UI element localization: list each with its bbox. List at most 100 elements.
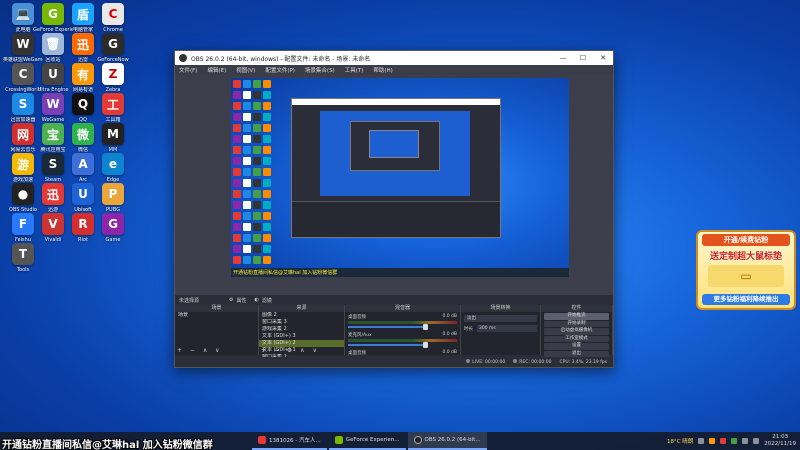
preview-mini-icon [243,256,251,264]
filters-button[interactable]: 滤镜 [262,297,272,304]
source-item[interactable]: 游戏采集 2 [259,326,344,333]
preview-mini-icon [243,135,251,143]
preview-mini-icon [253,168,261,176]
preview-mini-icon [233,146,241,154]
start-streaming-button[interactable]: 开始推流 [544,313,609,320]
properties-button[interactable]: 属性 [237,297,247,304]
filter-icon[interactable]: ◐ [255,297,259,303]
app-icon: M [102,123,124,145]
preview-mini-icon [263,212,271,220]
preview-mini-icon [263,80,271,88]
app-icon: 盾 [72,3,94,25]
volume-slider[interactable] [348,324,429,330]
preview-mini-icon [233,256,241,264]
gear-icon[interactable]: ⚙ [229,297,233,303]
maximize-icon[interactable]: ☐ [573,54,593,62]
transitions-dock-title: 场景转换 [461,305,540,312]
preview-mini-icon [243,80,251,88]
preview-mini-icon [243,102,251,110]
menu-help[interactable]: 帮助(H) [373,66,392,74]
taskbar-item[interactable]: GeForce Experien... [328,432,406,450]
sources-toolbar[interactable]: + − ⚙ ∧ ∨ [261,347,320,354]
menu-view[interactable]: 视图(V) [236,66,255,74]
preview-mini-icon [243,179,251,187]
obs-app-icon [179,54,187,62]
preview-mini-icon [233,201,241,209]
preview-mini-icon [243,146,251,154]
preview-canvas[interactable] [231,78,569,268]
source-item[interactable]: 图像 2 [259,312,344,319]
network-icon[interactable] [742,438,749,444]
preview-mini-icon [243,234,251,242]
preview-mini-icon [253,91,261,99]
source-item[interactable]: 窗口采集 3 [259,319,344,326]
system-tray: 18°C 晴朗 21:03 2022/11/19 [667,432,796,450]
preview-mini-icon [233,80,241,88]
volume-slider[interactable] [348,342,429,348]
no-source-label: 未选择源 [179,297,200,304]
promo-widget[interactable]: 开通/续费钻粉 送定制超大鼠标垫 ▭ 更多钻粉福利降续推出 [696,230,796,310]
tray-icon[interactable] [709,438,716,444]
transition-select[interactable]: 淡出 [464,315,537,322]
menu-profile[interactable]: 配置文件(P) [265,66,295,74]
app-icon: S [12,93,34,115]
preview-mini-icon [253,179,261,187]
preview-mini-icon [253,102,261,110]
desktop-shortcut-label: Tools [16,267,30,273]
start-virtual-camera-button[interactable]: 启动虚拟摄像机 [544,328,609,335]
tray-icon[interactable] [720,438,727,444]
duration-input[interactable]: 300 ms [477,325,537,332]
volume-knob[interactable] [423,342,429,348]
app-icon: P [102,183,124,205]
start-recording-button[interactable]: 开始录制 [544,320,609,327]
scene-item[interactable]: 场景 [175,312,258,319]
app-icon: F [12,213,34,235]
app-icon: Q [72,93,94,115]
app-icon: 宝 [42,123,64,145]
app-icon: ● [12,183,34,205]
mixer-track-db: 0.0 dB [442,350,457,355]
app-icon: 迅 [42,183,64,205]
close-icon[interactable]: ✕ [593,54,613,62]
app-icon: U [42,63,64,85]
scenes-toolbar[interactable]: + − ∧ ∨ [177,347,223,354]
weather-widget[interactable]: 18°C 晴朗 [667,437,693,445]
desktop-shortcut[interactable]: G Game [96,213,130,249]
cpu-status: CPU: 3.4%, 23.19 fps [559,359,608,365]
app-icon: C [12,63,34,85]
scenes-dock: 场景 场景 + − ∧ ∨ [175,305,259,355]
sources-dock-title: 来源 [259,305,344,312]
preview-mini-icon [253,234,261,242]
preview-mini-icon [233,223,241,231]
studio-mode-button[interactable]: 工作室模式 [544,335,609,342]
minimize-icon[interactable]: — [553,54,573,62]
menu-file[interactable]: 文件(F) [179,66,197,74]
tray-icon[interactable] [731,438,738,444]
app-icon: W [12,33,34,55]
volume-icon[interactable] [753,438,760,444]
desktop-shortcut[interactable]: T Tools [6,243,40,279]
desktop-shortcut[interactable]: R Riot [66,213,100,249]
tray-icon[interactable] [698,438,705,444]
mixer-track-name: 桌面音频 [348,315,366,320]
clock[interactable]: 21:03 2022/11/19 [764,434,796,448]
source-item[interactable]: 文本 (GDI+) 3 [259,333,344,340]
obs-preview-area[interactable]: 开通钻粉直播间私信@艾琳hal 加入钻粉微信群 [175,75,613,295]
app-icon [258,436,266,444]
menu-tools[interactable]: 工具(T) [345,66,364,74]
app-icon: V [42,213,64,235]
settings-button[interactable]: 设置 [544,343,609,350]
clock-date: 2022/11/19 [764,441,796,447]
preview-desktop-icons [233,80,273,266]
obs-window[interactable]: OBS 26.0.2 (64-bit, windows) - 配置文件: 未命名… [174,50,614,368]
menu-edit[interactable]: 编辑(E) [207,66,226,74]
volume-knob[interactable] [423,324,429,330]
taskbar-item[interactable]: 1381026 - 汽车人... [252,432,327,450]
transition-duration: 时长 300 ms [464,325,537,332]
menu-scene-collection[interactable]: 场景集合(S) [305,66,335,74]
taskbar-item-active[interactable]: OBS 26.0.2 (64-bit... [407,432,487,450]
preview-mini-icon [243,212,251,220]
source-item[interactable]: 文本 (GDI+) 2 [259,340,344,347]
obs-titlebar[interactable]: OBS 26.0.2 (64-bit, windows) - 配置文件: 未命名… [175,51,613,65]
desktop-shortcut[interactable]: V Vivaldi [36,213,70,249]
